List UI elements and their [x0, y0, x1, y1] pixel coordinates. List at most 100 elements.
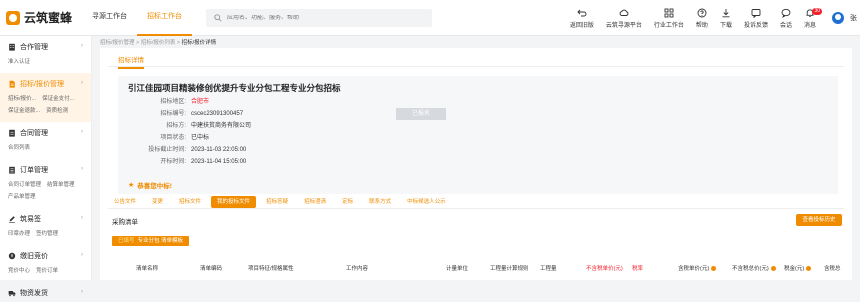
- breadcrumb-item[interactable]: 招标/报价管理: [100, 40, 135, 46]
- field-status: 项目状态: 已中标: [136, 132, 251, 144]
- sidebar-group-esign: 筑易签 › 印章办理 签约管理: [0, 208, 91, 245]
- detail-panel: 招标详情 引江佳园项目精装修创优提升专业分包工程专业分包招标 招标地区: 合肥市 …: [100, 48, 852, 208]
- return-icon: [577, 9, 587, 16]
- sidebar-item-esign[interactable]: 筑易签: [8, 214, 91, 224]
- col-label: 不含税总价(元): [732, 266, 769, 272]
- sidebar-label: 筑易签: [20, 216, 41, 223]
- truck-icon: [8, 291, 16, 297]
- sidebar-item-cooperation[interactable]: 合作管理: [8, 42, 91, 52]
- breadcrumb: 招标/报价管理 > 招标/报价列表 > 招标/报价详情: [100, 40, 217, 46]
- tab-clarification[interactable]: 招标澄清: [298, 196, 332, 208]
- info-icon[interactable]: [806, 266, 812, 272]
- avatar[interactable]: [832, 12, 844, 24]
- sidebar-sub-contract-orders[interactable]: 合同订单管理: [8, 180, 41, 188]
- tab-changes[interactable]: 变更: [146, 196, 169, 208]
- sidebar-label: 合作管理: [20, 44, 48, 51]
- field-key: 开标时间:: [160, 159, 186, 165]
- tab-bid-docs[interactable]: 招标文件: [173, 196, 207, 208]
- sidebar-item-bidding[interactable]: 招标/报价管理: [8, 79, 91, 89]
- download-label: 下载: [719, 22, 732, 29]
- sidebar-sub-seal[interactable]: 印章办理: [8, 229, 30, 237]
- chat-button[interactable]: 会话: [774, 8, 798, 29]
- field-key: 招标方:: [166, 123, 186, 129]
- divider: [108, 208, 844, 209]
- download-icon: [722, 8, 730, 17]
- chevron-right-icon: ›: [81, 80, 83, 86]
- tab-announcement[interactable]: 公告文件: [108, 196, 142, 208]
- tab-contact[interactable]: 联系方式: [363, 196, 397, 208]
- top-nav: 寻源工作台 招标工作台: [82, 0, 192, 36]
- search-box[interactable]: [206, 8, 432, 27]
- sidebar-item-contract[interactable]: 合同管理: [8, 128, 91, 138]
- col-spec: 项目特征/规格属性: [248, 266, 294, 272]
- sidebar-sub-product-orders[interactable]: 产品单管理: [8, 192, 36, 200]
- star-icon: ★: [128, 182, 135, 189]
- tab-qa[interactable]: 招标答疑: [260, 196, 294, 208]
- search-icon: [214, 13, 222, 22]
- sidebar-sub-signing[interactable]: 签约管理: [36, 229, 58, 237]
- sidebar-sub-auction-orders[interactable]: 竞价订单: [36, 266, 58, 274]
- sourcing-platform-button[interactable]: 云筑寻源平台: [600, 8, 648, 29]
- divider: [108, 66, 844, 67]
- sidebar-sub-qualification[interactable]: 资质检测: [46, 106, 68, 114]
- help-button[interactable]: 帮助: [690, 8, 714, 29]
- sidebar-item-orders[interactable]: 订单管理: [8, 165, 91, 175]
- info-icon[interactable]: [770, 266, 776, 272]
- messages-label: 消息: [803, 22, 816, 29]
- sidebar-sub-auction-center[interactable]: 竞价中心: [8, 266, 30, 274]
- chevron-right-icon: ›: [81, 289, 83, 295]
- message-count-badge: 30: [812, 7, 822, 15]
- sidebar-sub-settlement[interactable]: 结算单管理: [47, 180, 75, 188]
- sidebar-sub-contract-list[interactable]: 合同列表: [8, 143, 30, 151]
- industry-workbench-button[interactable]: 行业工作台: [648, 8, 690, 29]
- col-code: 清单编码: [200, 266, 223, 272]
- field-value: 中建扶贫商务有限公司: [191, 123, 252, 129]
- project-fields: 招标地区: 合肥市 招标编号: cscec23091300457 招标方: 中建扶贫商…: [136, 96, 251, 168]
- field-key: 项目状态:: [160, 135, 186, 141]
- chevron-right-icon: ›: [81, 215, 83, 221]
- chevron-right-icon: ›: [81, 129, 83, 135]
- tab-award[interactable]: 定标: [336, 196, 359, 208]
- field-value: 2023-11-03 22:05:00: [191, 147, 247, 153]
- section-title: 采购清单: [112, 219, 138, 226]
- sidebar-sub-deposit-pay[interactable]: 保证金支付...: [42, 94, 74, 102]
- download-button[interactable]: 下载: [714, 8, 738, 29]
- auction-icon: ¥: [8, 252, 16, 260]
- nav-sourcing-workbench[interactable]: 寻源工作台: [82, 0, 137, 36]
- main-content: 招标/报价管理 > 招标/报价列表 > 招标/报价详情 招标详情 引江佳园项目精…: [92, 36, 860, 280]
- sidebar-sub-deposit-refund[interactable]: 保证金退款...: [8, 106, 40, 114]
- field-value: 2023-11-04 15:05:00: [191, 159, 247, 165]
- sidebar-item-shipping[interactable]: 物资发货: [8, 288, 91, 298]
- back-to-old-label: 返回旧版: [569, 22, 594, 29]
- sidebar-sub-admission[interactable]: 准入认证: [8, 57, 30, 65]
- feedback-button[interactable]: 投诉反馈: [738, 8, 774, 29]
- filled-tag: 已填写: [118, 238, 135, 244]
- messages-button[interactable]: 消息 30: [798, 7, 822, 29]
- sidebar-group-shipping: 物资发货 ›: [0, 282, 91, 302]
- sidebar-item-auction[interactable]: ¥ 缴旧竞价: [8, 251, 91, 261]
- search-input[interactable]: [227, 14, 427, 21]
- field-key: 招标地区:: [160, 99, 186, 105]
- field-value: cscec23091300457: [191, 111, 244, 117]
- field-value: 已中标: [191, 135, 210, 141]
- breadcrumb-item[interactable]: 招标/报价列表: [141, 40, 176, 46]
- tab-my-bid-docs[interactable]: 我的投标文件: [211, 196, 257, 208]
- top-bar: 云筑蜜蜂 寻源工作台 招标工作台 返回旧版 云筑寻源平台 行业工作台 帮助 下载: [0, 0, 860, 36]
- chevron-right-icon: ›: [81, 43, 83, 49]
- sidebar-group-cooperation: 合作管理 › 准入认证: [0, 36, 91, 73]
- col-label: 税金(元): [784, 266, 805, 272]
- view-bid-history-button[interactable]: 查看投标历史: [796, 214, 842, 226]
- user-name[interactable]: 张: [850, 13, 860, 23]
- table-header: 清单名称 清单编码 项目特征/规格属性 工作内容 计量单位 工程量计算规则 工程…: [112, 260, 852, 276]
- document-icon: [9, 80, 15, 88]
- tab-candidates[interactable]: 中标候选人公示: [401, 196, 452, 208]
- breadcrumb-current: 招标/报价详情: [181, 40, 217, 46]
- sidebar-sub-bidding-quote[interactable]: 招标/报价...: [8, 94, 36, 102]
- grid-icon: [664, 8, 674, 17]
- back-to-old-button[interactable]: 返回旧版: [564, 8, 600, 29]
- info-icon[interactable]: [711, 266, 717, 272]
- sidebar-group-auction: ¥ 缴旧竞价 › 竞价中心 竞价订单: [0, 245, 91, 282]
- brand-logo[interactable]: 云筑蜜蜂: [6, 9, 78, 26]
- tab-template[interactable]: 已填写 专业分包 清单模板: [112, 236, 190, 246]
- nav-bidding-workbench[interactable]: 招标工作台: [137, 0, 192, 36]
